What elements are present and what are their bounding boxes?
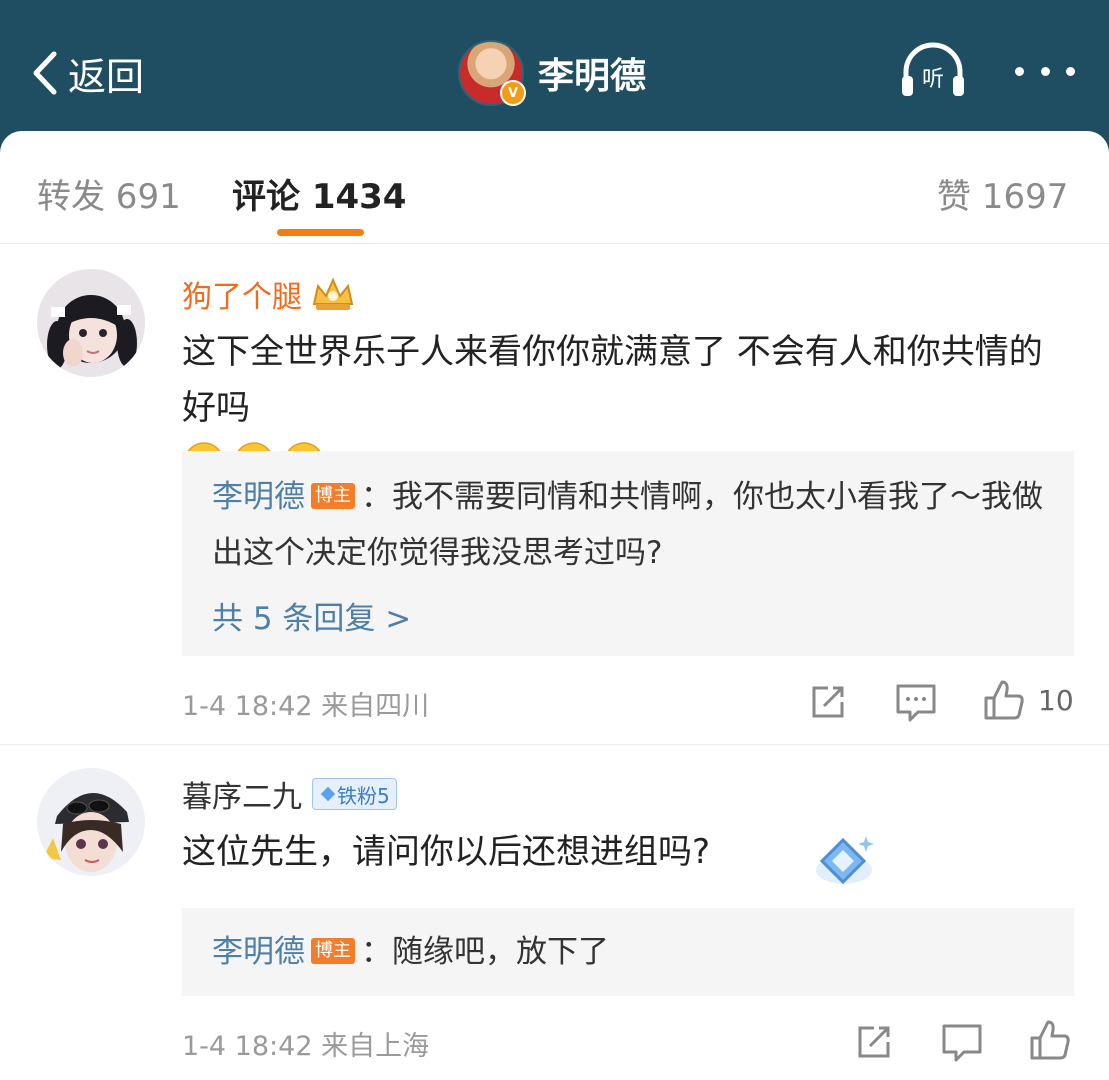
- comments-sheet: 转发 691 评论 1434 赞 1697 狗了个腿 这下全世界乐子人来看你你就…: [0, 131, 1109, 1080]
- verified-badge-icon: V: [500, 80, 526, 106]
- listen-button[interactable]: 听: [898, 42, 968, 100]
- tab-comments[interactable]: 评论 1434: [232, 169, 406, 218]
- like-button[interactable]: [1028, 1018, 1072, 1062]
- more-dot-icon: [1066, 66, 1075, 76]
- repost-button[interactable]: [852, 1020, 896, 1064]
- fan-badge: 铁粉5: [312, 778, 397, 810]
- vip-crown-icon: [312, 277, 354, 310]
- commenter-name[interactable]: 暮序二九 铁粉5: [182, 772, 397, 816]
- top-bar: 返回 V 李明德 听: [0, 0, 1109, 140]
- commenter-avatar[interactable]: [37, 269, 145, 377]
- comment-divider: [0, 744, 1109, 745]
- reply-text: 李明德 博主 ：随缘吧，放下了: [212, 924, 1052, 980]
- like-button[interactable]: [982, 678, 1026, 722]
- more-replies-link[interactable]: 共 5 条回复 >: [212, 593, 411, 638]
- comment-icon: [896, 684, 936, 722]
- thumbs-up-icon: [984, 680, 1024, 720]
- diamond-icon: [320, 786, 336, 802]
- tab-repost[interactable]: 转发 691: [37, 169, 181, 218]
- more-dot-icon: [1015, 66, 1024, 76]
- share-icon: [858, 1026, 890, 1058]
- host-badge: 博主: [311, 482, 355, 509]
- host-badge: 博主: [311, 937, 355, 964]
- reply-content: ：随缘吧，放下了: [361, 934, 609, 970]
- reply-box[interactable]: 李明德 博主 ：随缘吧，放下了: [182, 908, 1074, 996]
- chevron-left-icon: [33, 51, 57, 95]
- reply-text: 李明德 博主 ：我不需要同情和共情啊，你也太小看我了～我做出这个决定你觉得我没思考过…: [212, 469, 1052, 581]
- headphones-icon: 听: [902, 42, 964, 96]
- commenter-name-text: 暮序二九: [182, 780, 302, 815]
- comment-text-content: 这下全世界乐子人来看你你就满意了 不会有人和你共情的好吗: [182, 332, 1043, 428]
- repost-button[interactable]: [806, 680, 850, 724]
- comment-meta: 1-4 18:42 来自四川: [182, 691, 430, 722]
- share-icon: [812, 686, 844, 718]
- like-count: 10: [1038, 684, 1074, 717]
- commenter-name[interactable]: 狗了个腿: [182, 272, 356, 316]
- back-button[interactable]: 返回: [30, 48, 145, 99]
- comment-text: 这位先生，请问你以后还想进组吗?: [182, 824, 1062, 880]
- tab-bar: 转发 691 评论 1434 赞 1697: [0, 131, 1109, 244]
- listen-label: 听: [922, 67, 944, 92]
- account-header[interactable]: V 李明德: [458, 40, 646, 106]
- account-avatar[interactable]: V: [458, 40, 526, 106]
- back-label: 返回: [68, 54, 145, 99]
- reply-button[interactable]: [894, 680, 938, 724]
- reply-author[interactable]: 李明德: [212, 934, 305, 970]
- comment-icon: [942, 1024, 982, 1062]
- fan-badge-label: 铁粉5: [337, 783, 390, 808]
- more-options-button[interactable]: [1015, 58, 1075, 84]
- active-tab-indicator: [277, 229, 364, 236]
- tab-likes[interactable]: 赞 1697: [937, 169, 1068, 218]
- commenter-avatar[interactable]: [37, 768, 145, 876]
- thumbs-up-icon: [1030, 1020, 1070, 1060]
- comment-text-content: 这位先生，请问你以后还想进组吗?: [182, 832, 711, 872]
- account-name[interactable]: 李明德: [538, 47, 646, 99]
- more-dot-icon: [1040, 66, 1050, 76]
- reply-box[interactable]: 李明德 博主 ：我不需要同情和共情啊，你也太小看我了～我做出这个决定你觉得我没思考过…: [182, 451, 1074, 656]
- reply-button[interactable]: [940, 1020, 984, 1064]
- commenter-name-text: 狗了个腿: [182, 280, 302, 315]
- reply-author[interactable]: 李明德: [212, 479, 305, 515]
- comment-meta: 1-4 18:42 来自上海: [182, 1031, 430, 1062]
- iron-fan-diamond-icon: [816, 836, 874, 885]
